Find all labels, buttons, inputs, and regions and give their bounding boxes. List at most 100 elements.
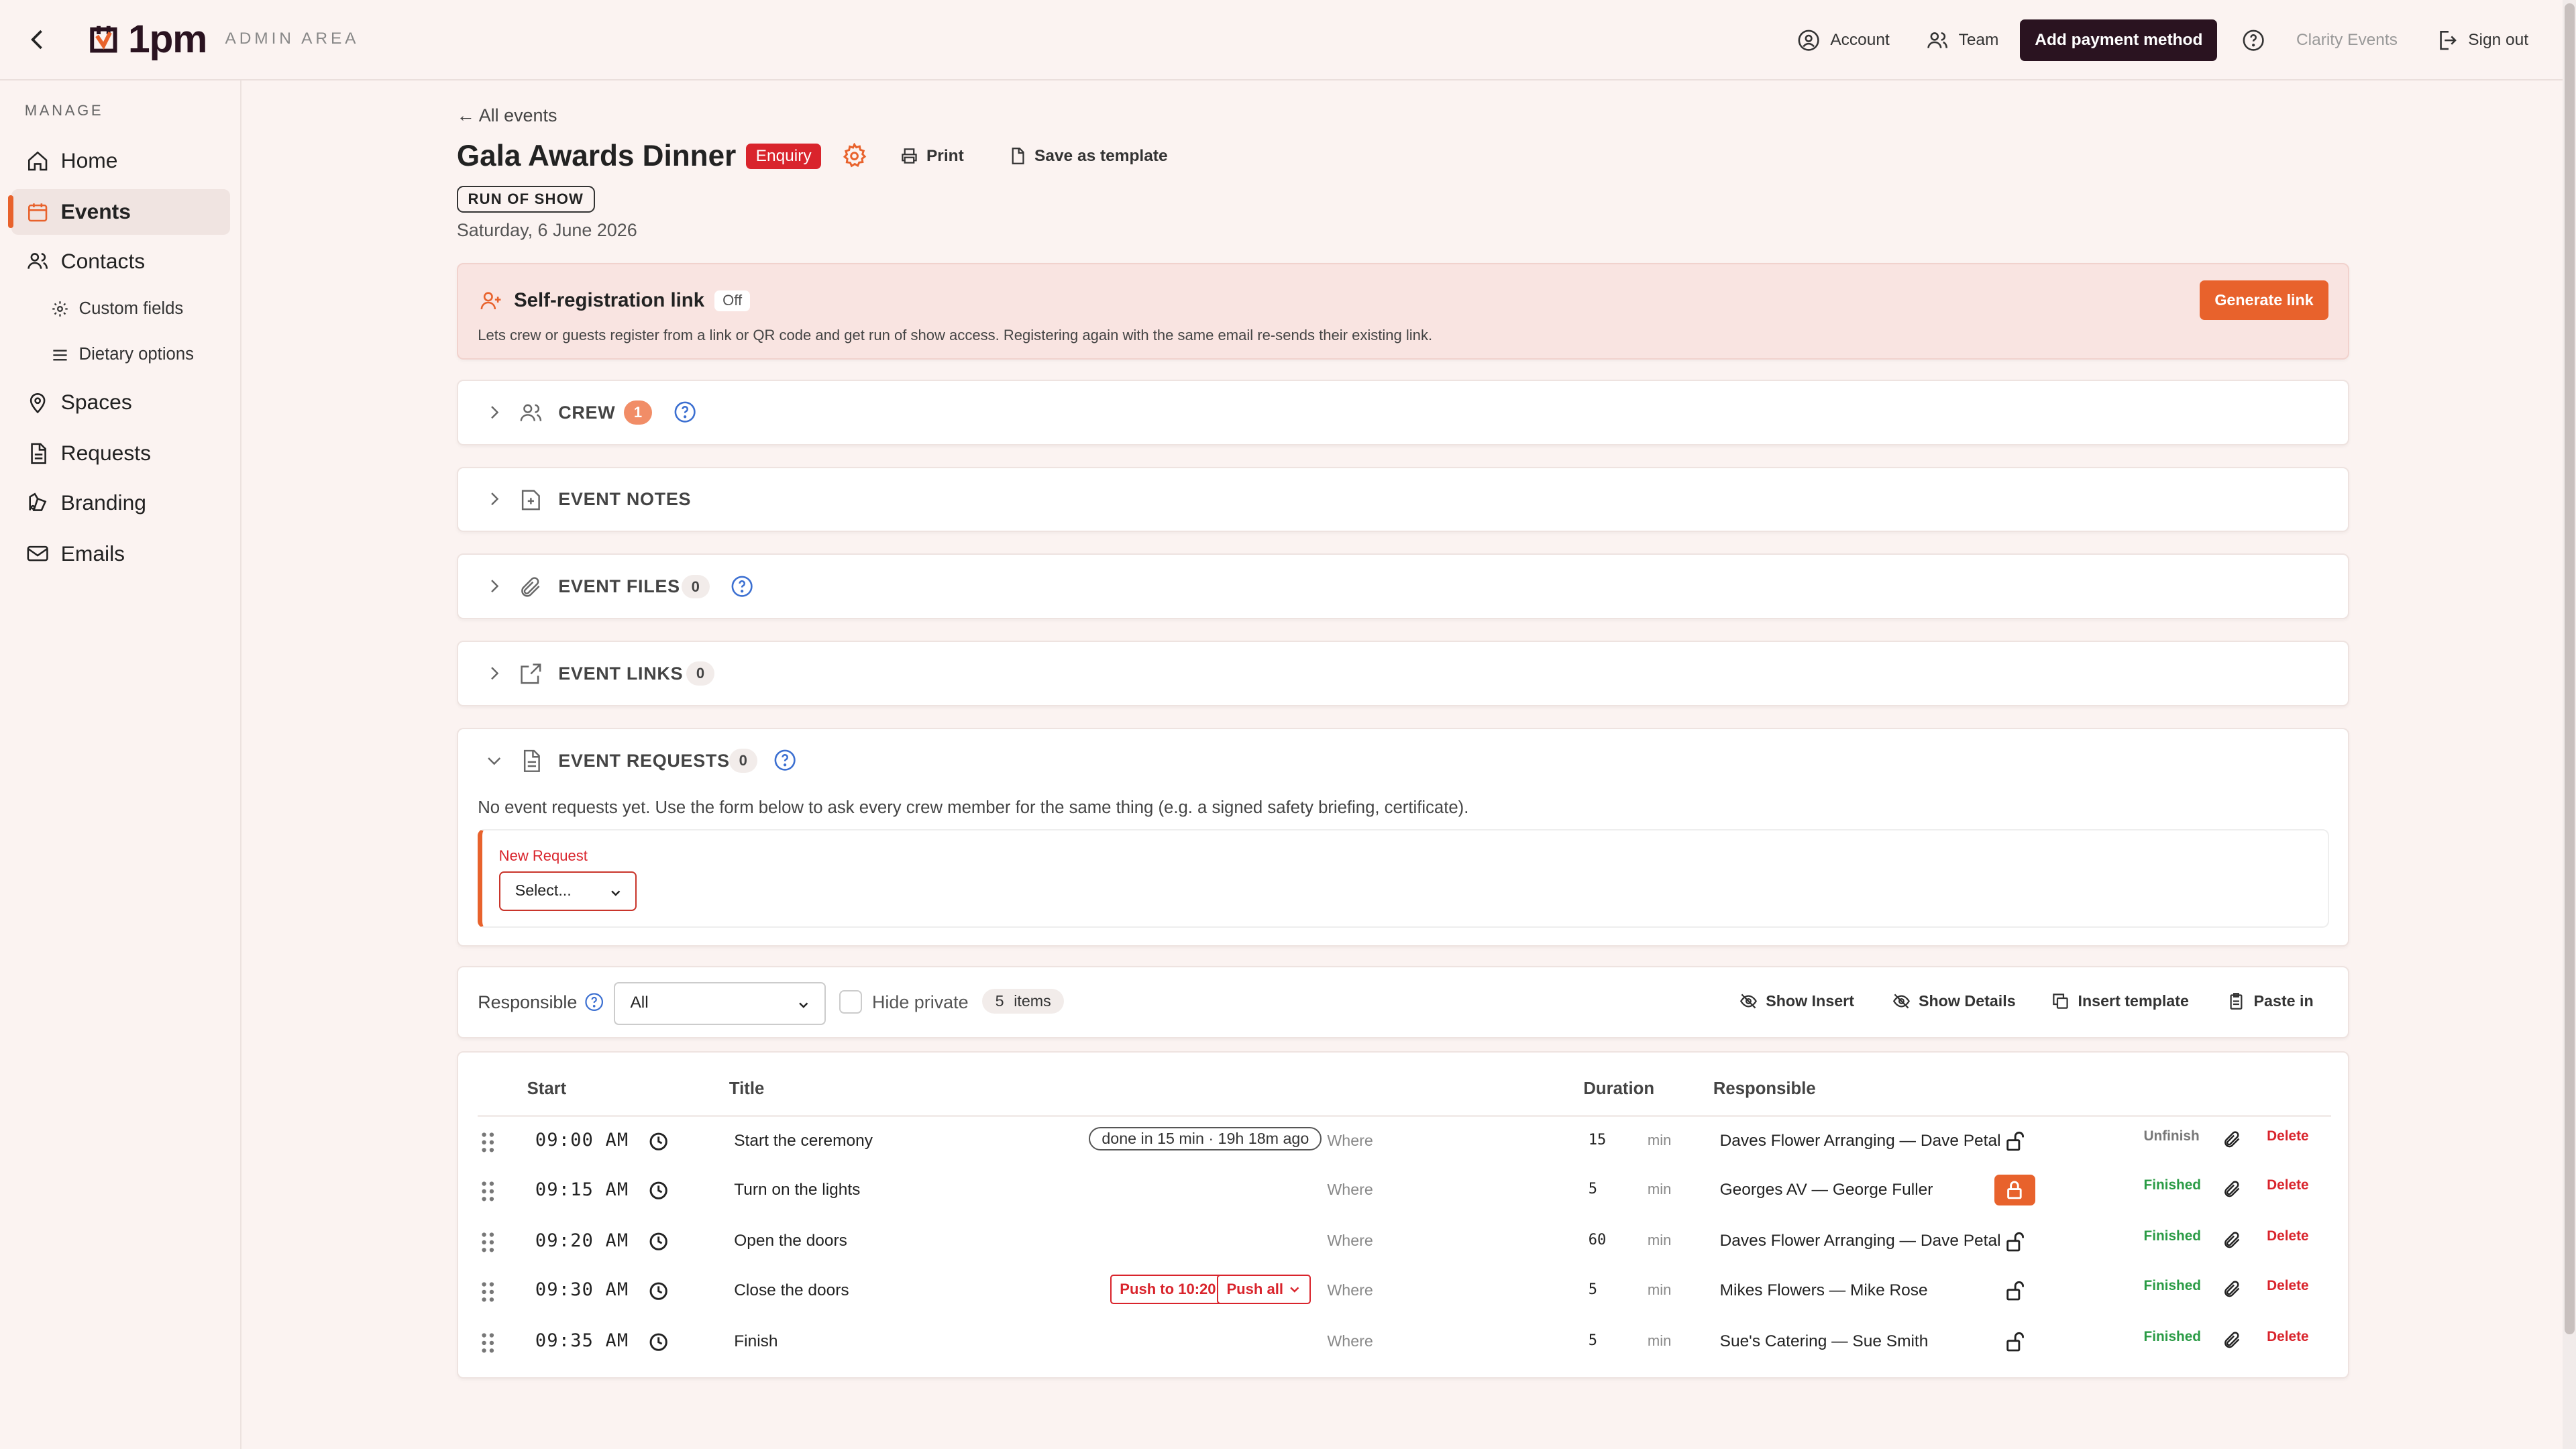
start-time[interactable]: 09:35 AM bbox=[535, 1330, 629, 1351]
save-as-template-button[interactable]: Save as template bbox=[1008, 147, 1168, 166]
team-link[interactable]: Team bbox=[1926, 29, 1998, 52]
duration-value[interactable]: 60 bbox=[1589, 1232, 1607, 1248]
row-title[interactable]: Open the doors bbox=[734, 1232, 847, 1250]
push-all-button[interactable]: Push all bbox=[1217, 1274, 1311, 1305]
sidebar-item-home[interactable]: Home bbox=[11, 138, 230, 184]
crew-section[interactable]: CREW 1 bbox=[456, 379, 2350, 445]
chevron-right-icon[interactable] bbox=[484, 576, 504, 596]
help-icon[interactable] bbox=[584, 992, 604, 1012]
paperclip-icon[interactable] bbox=[2222, 1179, 2242, 1199]
paperclip-icon[interactable] bbox=[2222, 1130, 2242, 1149]
duration-value[interactable]: 5 bbox=[1589, 1181, 1597, 1197]
clock-icon[interactable] bbox=[649, 1281, 668, 1301]
event-files-section[interactable]: EVENT FILES 0 bbox=[456, 553, 2350, 620]
clock-icon[interactable] bbox=[649, 1232, 668, 1251]
start-time[interactable]: 09:15 AM bbox=[535, 1179, 629, 1200]
duration-value[interactable]: 15 bbox=[1589, 1132, 1607, 1148]
responsible-value[interactable]: Mikes Flowers — Mike Rose bbox=[1720, 1281, 1928, 1300]
event-links-section[interactable]: EVENT LINKS 0 bbox=[456, 641, 2350, 707]
sidebar-item-contacts[interactable]: Contacts bbox=[11, 238, 230, 284]
new-request-select[interactable]: Select... bbox=[498, 871, 637, 912]
finished-status[interactable]: Finished bbox=[2143, 1278, 2201, 1294]
sidebar-item-branding[interactable]: Branding bbox=[11, 480, 230, 526]
lock-toggle-active[interactable] bbox=[1994, 1174, 2035, 1206]
responsible-value[interactable]: Sue's Catering — Sue Smith bbox=[1720, 1332, 1929, 1351]
status-badge[interactable]: Enquiry bbox=[745, 143, 822, 169]
chevron-right-icon[interactable] bbox=[484, 489, 504, 508]
row-title[interactable]: Close the doors bbox=[734, 1281, 849, 1300]
sidebar-item-events[interactable]: Events bbox=[8, 189, 230, 235]
delete-button[interactable]: Delete bbox=[2267, 1177, 2308, 1193]
delete-button[interactable]: Delete bbox=[2267, 1278, 2308, 1294]
clock-icon[interactable] bbox=[649, 1332, 668, 1352]
responsible-value[interactable]: Daves Flower Arranging — Dave Petal bbox=[1720, 1132, 2001, 1150]
start-time[interactable]: 09:00 AM bbox=[535, 1130, 629, 1150]
back-arrow-icon[interactable] bbox=[23, 25, 52, 54]
drag-handle-icon[interactable] bbox=[480, 1332, 496, 1354]
help-icon[interactable] bbox=[731, 575, 753, 598]
finished-status[interactable]: Finished bbox=[2143, 1329, 2201, 1345]
start-time[interactable]: 09:30 AM bbox=[535, 1279, 629, 1300]
unlock-icon[interactable] bbox=[2004, 1330, 2027, 1353]
help-icon[interactable] bbox=[2242, 29, 2265, 52]
show-insert-button[interactable]: Show Insert bbox=[1739, 992, 1854, 1010]
logo[interactable]: 1pm bbox=[84, 16, 207, 62]
paperclip-icon[interactable] bbox=[2222, 1279, 2242, 1299]
help-icon[interactable] bbox=[674, 400, 696, 423]
event-notes-section[interactable]: EVENT NOTES bbox=[456, 466, 2350, 533]
delete-button[interactable]: Delete bbox=[2267, 1329, 2308, 1345]
drag-handle-icon[interactable] bbox=[480, 1232, 496, 1253]
scrollbar-thumb[interactable] bbox=[2564, 3, 2575, 1334]
where-field[interactable]: Where bbox=[1327, 1232, 1373, 1250]
unfinish-button[interactable]: Unfinish bbox=[2143, 1128, 2199, 1144]
paperclip-icon[interactable] bbox=[2222, 1230, 2242, 1250]
drag-handle-icon[interactable] bbox=[480, 1281, 496, 1303]
where-field[interactable]: Where bbox=[1327, 1281, 1373, 1299]
sidebar-item-spaces[interactable]: Spaces bbox=[11, 380, 230, 426]
sidebar-item-dietary-options[interactable]: Dietary options bbox=[51, 337, 194, 373]
event-settings-gear-icon[interactable] bbox=[841, 143, 867, 169]
show-details-button[interactable]: Show Details bbox=[1892, 992, 2016, 1010]
sidebar-item-custom-fields[interactable]: Custom fields bbox=[51, 290, 183, 327]
unlock-icon[interactable] bbox=[2004, 1130, 2027, 1152]
clock-icon[interactable] bbox=[649, 1132, 668, 1151]
finished-status[interactable]: Finished bbox=[2143, 1177, 2201, 1193]
account-link[interactable]: Account bbox=[1797, 29, 1890, 52]
where-field[interactable]: Where bbox=[1327, 1181, 1373, 1199]
chevron-right-icon[interactable] bbox=[484, 402, 504, 422]
unlock-icon[interactable] bbox=[2004, 1279, 2027, 1302]
chevron-right-icon[interactable] bbox=[484, 663, 504, 683]
sidebar-item-emails[interactable]: Emails bbox=[11, 531, 230, 577]
row-title[interactable]: Start the ceremony bbox=[734, 1132, 873, 1150]
add-payment-method-button[interactable]: Add payment method bbox=[2020, 19, 2218, 61]
help-icon[interactable] bbox=[773, 749, 796, 771]
responsible-filter-select[interactable]: All bbox=[614, 982, 826, 1025]
start-time[interactable]: 09:20 AM bbox=[535, 1230, 629, 1251]
where-field[interactable]: Where bbox=[1327, 1332, 1373, 1350]
generate-link-button[interactable]: Generate link bbox=[2200, 280, 2328, 321]
responsible-value[interactable]: Daves Flower Arranging — Dave Petal bbox=[1720, 1232, 2001, 1250]
row-title[interactable]: Turn on the lights bbox=[734, 1181, 860, 1199]
duration-value[interactable]: 5 bbox=[1589, 1281, 1597, 1298]
push-to-button[interactable]: Push to 10:20 bbox=[1110, 1274, 1226, 1305]
sign-out-link[interactable]: Sign out bbox=[2435, 29, 2528, 52]
print-button[interactable]: Print bbox=[900, 147, 964, 166]
responsible-value[interactable]: Georges AV — George Fuller bbox=[1720, 1181, 1933, 1199]
all-events-link[interactable]: ← All events bbox=[457, 105, 557, 126]
row-title[interactable]: Finish bbox=[734, 1332, 777, 1351]
drag-handle-icon[interactable] bbox=[480, 1132, 496, 1153]
where-field[interactable]: Where bbox=[1327, 1132, 1373, 1150]
clock-icon[interactable] bbox=[649, 1181, 668, 1200]
paste-in-button[interactable]: Paste in bbox=[2227, 992, 2314, 1010]
paperclip-icon[interactable] bbox=[2222, 1330, 2242, 1350]
unlock-icon[interactable] bbox=[2004, 1230, 2027, 1253]
insert-template-button[interactable]: Insert template bbox=[2051, 992, 2189, 1010]
page-scrollbar[interactable] bbox=[2563, 0, 2576, 1449]
hide-private-checkbox[interactable] bbox=[839, 990, 863, 1014]
delete-button[interactable]: Delete bbox=[2267, 1228, 2308, 1244]
sidebar-item-requests[interactable]: Requests bbox=[11, 431, 230, 477]
duration-value[interactable]: 5 bbox=[1589, 1332, 1597, 1349]
drag-handle-icon[interactable] bbox=[480, 1181, 496, 1202]
delete-button[interactable]: Delete bbox=[2267, 1128, 2308, 1144]
chevron-down-icon[interactable] bbox=[484, 751, 504, 770]
